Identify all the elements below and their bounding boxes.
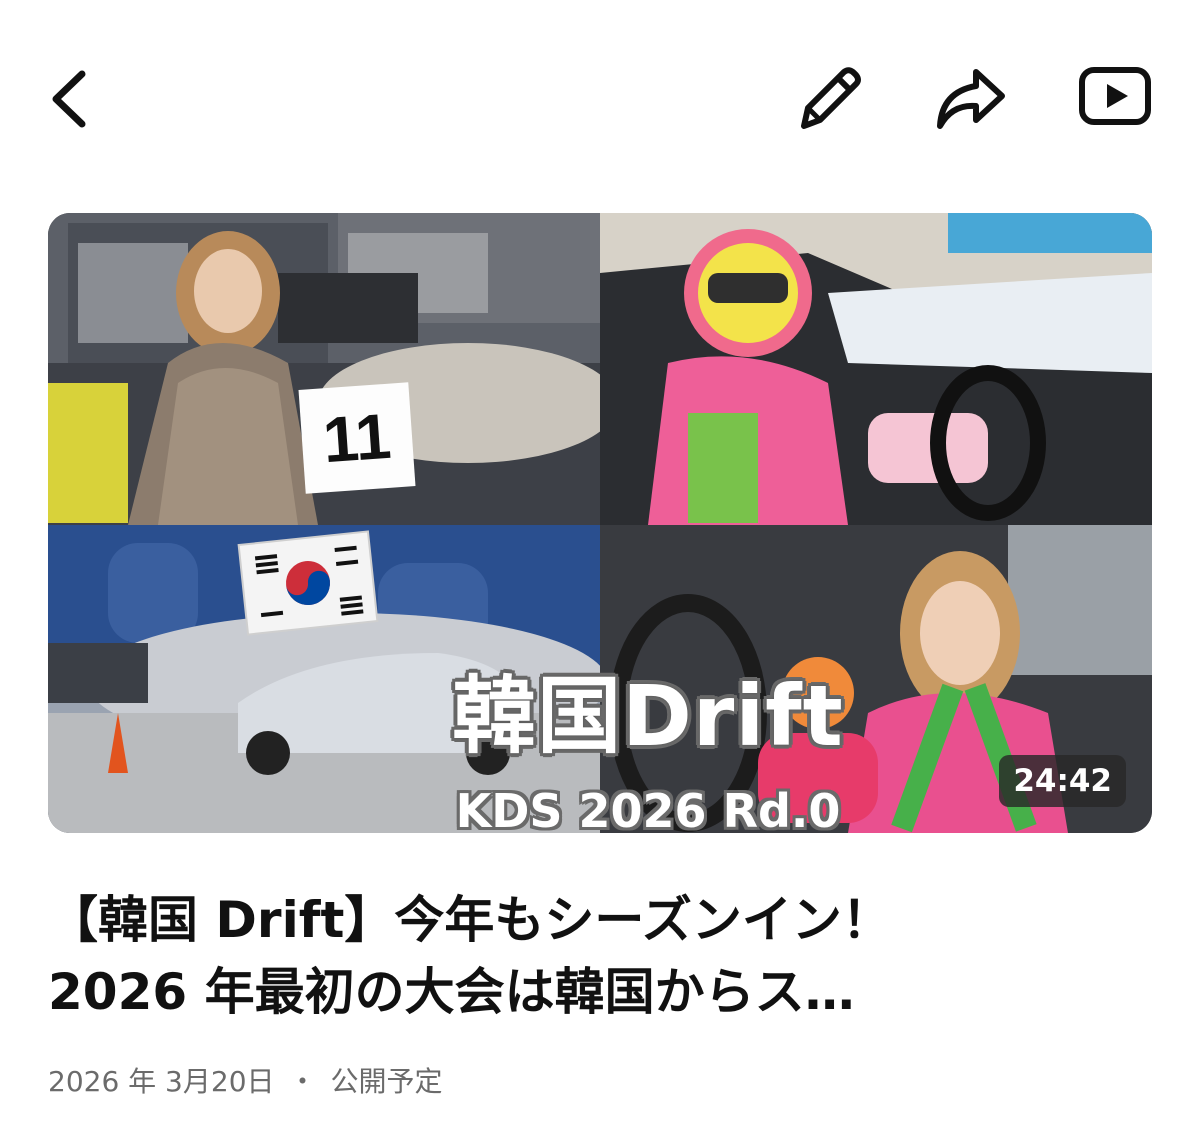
top-toolbar — [0, 0, 1200, 200]
share-arrow-icon[interactable] — [932, 66, 1008, 132]
duration-badge: 24:42 — [999, 755, 1126, 807]
meta-separator: ・ — [288, 1065, 317, 1098]
video-title[interactable]: 【韓国 Drift】今年もシーズンイン！ 2026 年最初の大会は韓国からス… — [48, 884, 1158, 1032]
pencil-icon[interactable] — [792, 62, 866, 136]
publish-date: 2026 年 3月20日 — [48, 1065, 275, 1098]
thumbnail-overlay-title: 韓国Drift — [452, 667, 844, 765]
race-number-card: 11 — [298, 382, 416, 494]
video-title-line1: 【韓国 Drift】今年もシーズンイン！ — [48, 891, 892, 949]
back-chevron-icon[interactable] — [44, 66, 94, 132]
youtube-play-icon[interactable] — [1078, 66, 1154, 126]
video-title-line2: 2026 年最初の大会は韓国からス… — [48, 963, 855, 1021]
thumbnail-overlay-subtitle: KDS 2026 Rd.0 — [455, 784, 841, 833]
publish-status: 公開予定 — [330, 1065, 443, 1098]
video-thumbnail[interactable]: 11 韓国Drift KDS 2026 Rd.0 24:42 — [48, 213, 1152, 833]
video-meta: 2026 年 3月20日・公開予定 — [48, 1062, 443, 1102]
